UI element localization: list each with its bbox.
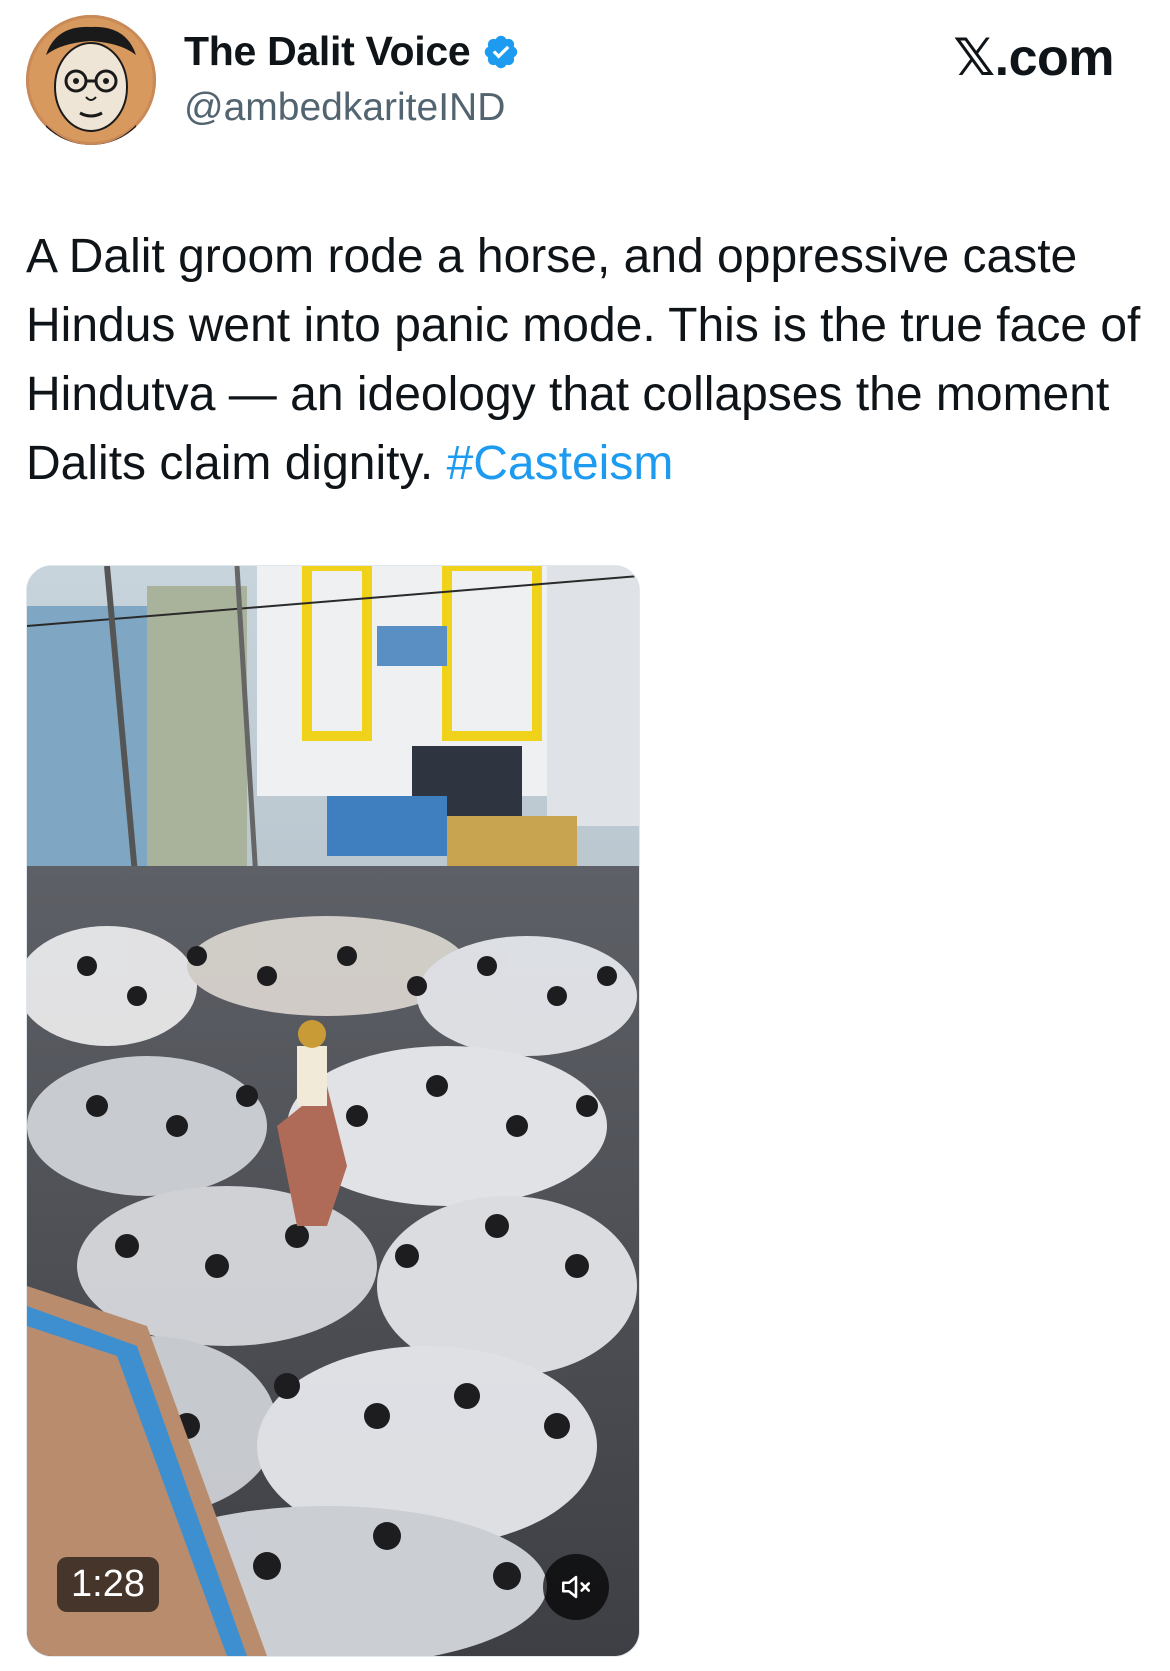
tweet-header: The Dalit Voice @ambedkariteIND 𝕏.com [0,0,1170,160]
video-duration: 1:28 [57,1557,159,1612]
video-thumbnail-crowd [27,566,639,1656]
portrait-avatar-icon [26,15,156,145]
author-avatar[interactable] [26,15,156,145]
tweet-text: A Dalit groom rode a horse, and oppressi… [26,222,1146,498]
speaker-muted-icon [561,1575,591,1599]
author-handle[interactable]: @ambedkariteIND [184,86,505,130]
hashtag-link[interactable]: #Casteism [447,437,674,490]
author-name-row: The Dalit Voice [184,28,520,75]
author-display-name[interactable]: The Dalit Voice [184,28,471,75]
video-player[interactable]: 1:28 [26,565,640,1657]
verified-badge-icon [485,35,518,68]
site-logo-label[interactable]: 𝕏.com [953,28,1114,88]
mute-button[interactable] [543,1554,609,1620]
